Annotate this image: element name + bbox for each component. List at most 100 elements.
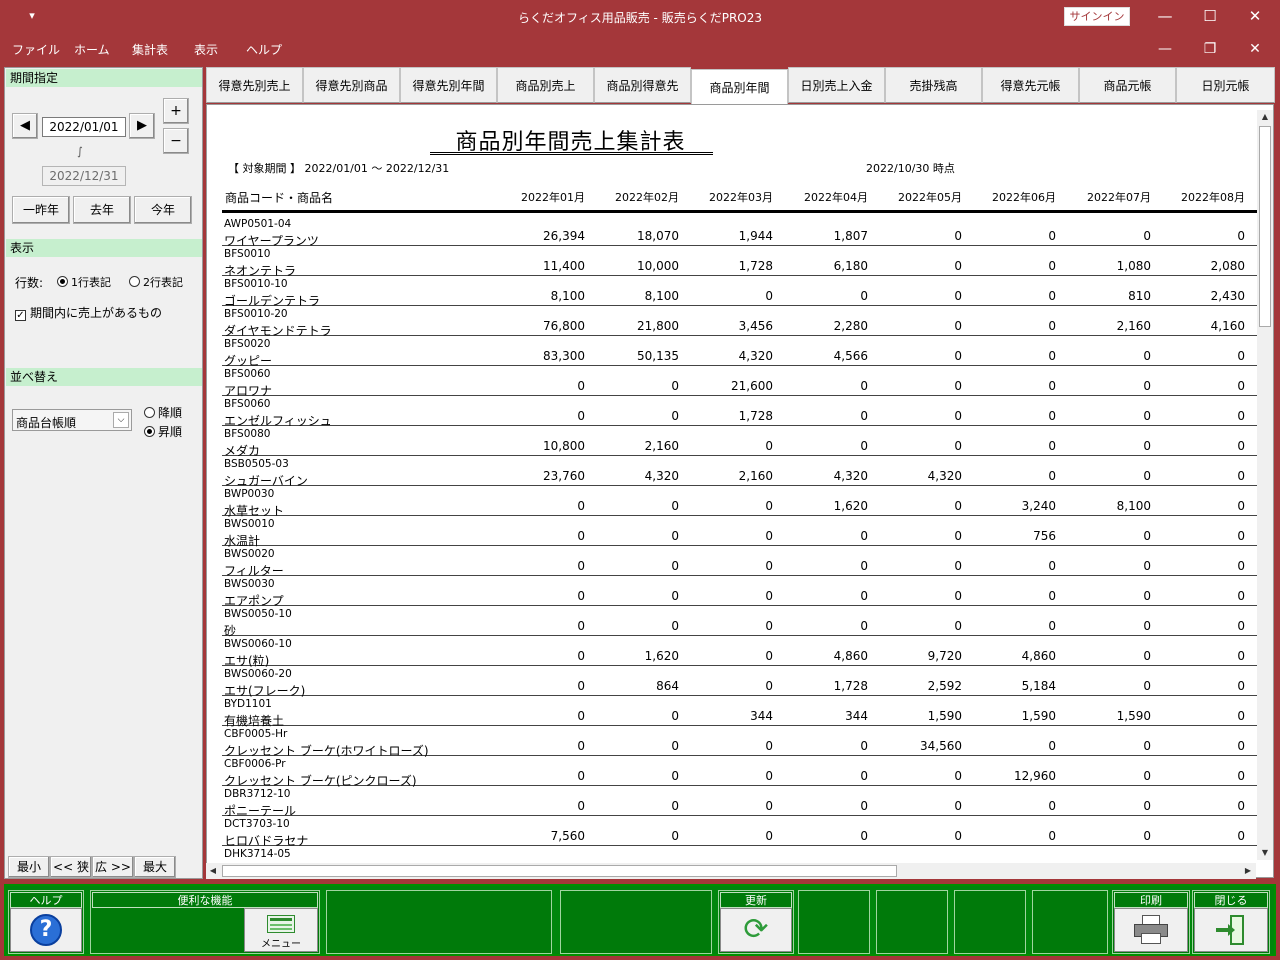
minus-button[interactable]: − bbox=[163, 128, 189, 154]
menu-button[interactable]: メニュー bbox=[244, 908, 318, 952]
sales-value: 23,760 bbox=[543, 469, 585, 483]
tab-daily-sales-receipts[interactable]: 日別売上入金 bbox=[788, 67, 885, 103]
scroll-right-icon[interactable]: ▶ bbox=[1241, 866, 1255, 875]
table-row[interactable]: AWP0501-04 ワイヤープランツ 26,394 18,070 1,944 1,807… bbox=[222, 216, 1258, 248]
help-button[interactable]: ? bbox=[10, 908, 82, 952]
doc-minimize-button[interactable]: — bbox=[1150, 39, 1180, 59]
sales-value: 0 bbox=[954, 589, 962, 603]
table-body: AWP0501-04 ワイヤープランツ 26,394 18,070 1,944 1,807… bbox=[222, 216, 1258, 861]
report-as-of: 2022/10/30 時点 bbox=[866, 162, 955, 175]
table-row[interactable]: DCT3703-10 ヒロバドラセナ 7,560 0 0 0 0 0 0 0 bbox=[222, 816, 1258, 848]
sales-value: 0 bbox=[1143, 829, 1151, 843]
zoom-wide-button[interactable]: 広 >> bbox=[92, 856, 134, 878]
tab-product-annual[interactable]: 商品別年間 bbox=[691, 69, 788, 105]
sales-value: 1,728 bbox=[738, 409, 773, 423]
table-row[interactable]: BWS0060-20 エサ(フレーク) 0 864 0 1,728 2,592 5,184 0 0 bbox=[222, 666, 1258, 698]
close-window-button[interactable]: ✕ bbox=[1240, 5, 1270, 27]
sales-only-checkbox[interactable]: ✓ 期間内に売上があるもの bbox=[15, 304, 162, 321]
zoom-min-button[interactable]: 最小 bbox=[8, 856, 50, 878]
table-row[interactable]: DBR3712-10 ポニーテール 0 0 0 0 0 0 0 0 bbox=[222, 786, 1258, 818]
menu-file[interactable]: ファイル bbox=[12, 41, 60, 58]
tab-product-ledger[interactable]: 商品元帳 bbox=[1079, 67, 1176, 103]
sales-value: 1,620 bbox=[644, 649, 679, 663]
table-row[interactable]: BFS0060 エンゼルフィッシュ 0 0 1,728 0 0 0 0 0 bbox=[222, 396, 1258, 428]
sales-value: 9,720 bbox=[927, 649, 962, 663]
tab-customer-ledger[interactable]: 得意先元帳 bbox=[982, 67, 1079, 103]
sort-select[interactable]: 商品台帳順 ⌵ bbox=[12, 409, 132, 431]
close-button[interactable] bbox=[1194, 908, 1268, 952]
product-code: BWS0060-10 bbox=[224, 638, 292, 650]
table-row[interactable]: DHK3714-05 0 0 0 0 0 0 0 0 bbox=[222, 846, 1258, 861]
print-button[interactable] bbox=[1114, 908, 1188, 952]
prev-period-button[interactable]: ◀ bbox=[12, 113, 38, 139]
desc-radio[interactable]: 降順 bbox=[144, 404, 182, 421]
table-row[interactable]: BSB0505-03 シュガーバイン 23,760 4,320 2,160 4,320 4,… bbox=[222, 456, 1258, 488]
scroll-left-icon[interactable]: ◀ bbox=[206, 866, 220, 875]
table-row[interactable]: BWS0020 フィルター 0 0 0 0 0 0 0 0 bbox=[222, 546, 1258, 578]
table-row[interactable]: BFS0080 メダカ 10,800 2,160 0 0 0 0 0 0 bbox=[222, 426, 1258, 458]
sales-value: 26,394 bbox=[543, 229, 585, 243]
doc-close-button[interactable]: ✕ bbox=[1240, 39, 1270, 59]
table-row[interactable]: BWS0030 エアポンプ 0 0 0 0 0 0 0 0 bbox=[222, 576, 1258, 608]
tab-daily-ledger[interactable]: 日別元帳 bbox=[1176, 67, 1275, 103]
minimize-button[interactable]: — bbox=[1150, 5, 1180, 27]
scroll-up-icon[interactable]: ▲ bbox=[1258, 112, 1272, 121]
table-row[interactable]: CBF0005-Hr クレッセント ブーケ(ホワイトローズ) 0 0 0 0 34,560 0… bbox=[222, 726, 1258, 758]
sales-value: 4,860 bbox=[1021, 649, 1056, 663]
menu-help[interactable]: ヘルプ bbox=[246, 41, 282, 58]
one-line-radio[interactable]: 1行表記 bbox=[57, 274, 111, 290]
table-row[interactable]: BFS0020 グッピー 83,300 50,135 4,320 4,566 0 0 0 0 bbox=[222, 336, 1258, 368]
asc-radio[interactable]: 昇順 bbox=[144, 423, 182, 440]
sales-value: 0 bbox=[577, 739, 585, 753]
sales-value: 0 bbox=[1237, 739, 1245, 753]
table-row[interactable]: BWS0050-10 砂 0 0 0 0 0 0 0 0 bbox=[222, 606, 1258, 638]
tab-product-sales[interactable]: 商品別売上 bbox=[497, 67, 594, 103]
tab-product-customers[interactable]: 商品別得意先 bbox=[594, 67, 691, 103]
sales-value: 0 bbox=[671, 379, 679, 393]
sales-value: 83,300 bbox=[543, 349, 585, 363]
vertical-scroll-thumb[interactable] bbox=[1259, 126, 1271, 327]
two-line-radio[interactable]: 2行表記 bbox=[129, 274, 183, 290]
sales-value: 0 bbox=[671, 829, 679, 843]
signin-button[interactable]: サインイン bbox=[1064, 7, 1130, 26]
sales-value: 0 bbox=[1143, 229, 1151, 243]
tab-customer-products[interactable]: 得意先別商品 bbox=[303, 67, 400, 103]
tab-customer-sales[interactable]: 得意先別売上 bbox=[206, 67, 303, 103]
period-section-header: 期間指定 bbox=[6, 69, 202, 87]
tab-receivables[interactable]: 売掛残高 bbox=[885, 67, 982, 103]
product-code: CBF0005-Hr bbox=[224, 728, 288, 740]
sales-value: 0 bbox=[1048, 739, 1056, 753]
menu-home[interactable]: ホーム bbox=[74, 41, 110, 58]
sales-value: 0 bbox=[1237, 709, 1245, 723]
tab-customer-annual[interactable]: 得意先別年間 bbox=[400, 67, 497, 103]
sales-value: 6,180 bbox=[833, 259, 868, 273]
this-year-button[interactable]: 今年 bbox=[134, 196, 192, 224]
table-row[interactable]: BFS0010-10 ゴールデンテトラ 8,100 8,100 0 0 0 0 810 2,430 bbox=[222, 276, 1258, 308]
menu-summary[interactable]: 集計表 bbox=[132, 41, 168, 58]
table-row[interactable]: BFS0010-20 ダイヤモンドテトラ 76,800 21,800 3,456 2,28… bbox=[222, 306, 1258, 338]
table-row[interactable]: BFS0010 ネオンテトラ 11,400 10,000 1,728 6,180 0 0 1,0… bbox=[222, 246, 1258, 278]
table-row[interactable]: BYD1101 有機培養土 0 0 344 344 1,590 1,590 1,590 0 bbox=[222, 696, 1258, 728]
sales-value: 0 bbox=[671, 559, 679, 573]
menu-view[interactable]: 表示 bbox=[194, 41, 218, 58]
sales-value: 0 bbox=[1048, 379, 1056, 393]
doc-restore-button[interactable]: ❐ bbox=[1195, 39, 1225, 59]
table-row[interactable]: BFS0060 アロワナ 0 0 21,600 0 0 0 0 0 bbox=[222, 366, 1258, 398]
next-period-button[interactable]: ▶ bbox=[129, 113, 155, 139]
empty-panel-2 bbox=[560, 890, 712, 954]
refresh-button[interactable]: ⟳ bbox=[720, 908, 792, 952]
table-row[interactable]: BWS0060-10 エサ(粒) 0 1,620 0 4,860 9,720 4,860 0 0 bbox=[222, 636, 1258, 668]
date-from-input[interactable]: 2022/01/01 bbox=[42, 117, 126, 137]
zoom-narrow-button[interactable]: << 狭 bbox=[50, 856, 92, 878]
last-year-button[interactable]: 去年 bbox=[73, 196, 131, 224]
maximize-button[interactable]: ☐ bbox=[1195, 5, 1225, 27]
table-row[interactable]: BWS0010 水温計 0 0 0 0 0 756 0 0 bbox=[222, 516, 1258, 548]
zoom-max-button[interactable]: 最大 bbox=[134, 856, 176, 878]
date-to-input[interactable]: 2022/12/31 bbox=[42, 166, 126, 186]
table-row[interactable]: BWP0030 水草セット 0 0 0 1,620 0 3,240 8,100 0 bbox=[222, 486, 1258, 518]
table-row[interactable]: CBF0006-Pr クレッセント ブーケ(ピンクローズ) 0 0 0 0 0 12,960 0… bbox=[222, 756, 1258, 788]
two-years-ago-button[interactable]: 一昨年 bbox=[12, 196, 70, 224]
plus-button[interactable]: + bbox=[163, 98, 189, 124]
horizontal-scroll-thumb[interactable] bbox=[222, 865, 897, 877]
scroll-down-icon[interactable]: ▼ bbox=[1258, 848, 1272, 857]
